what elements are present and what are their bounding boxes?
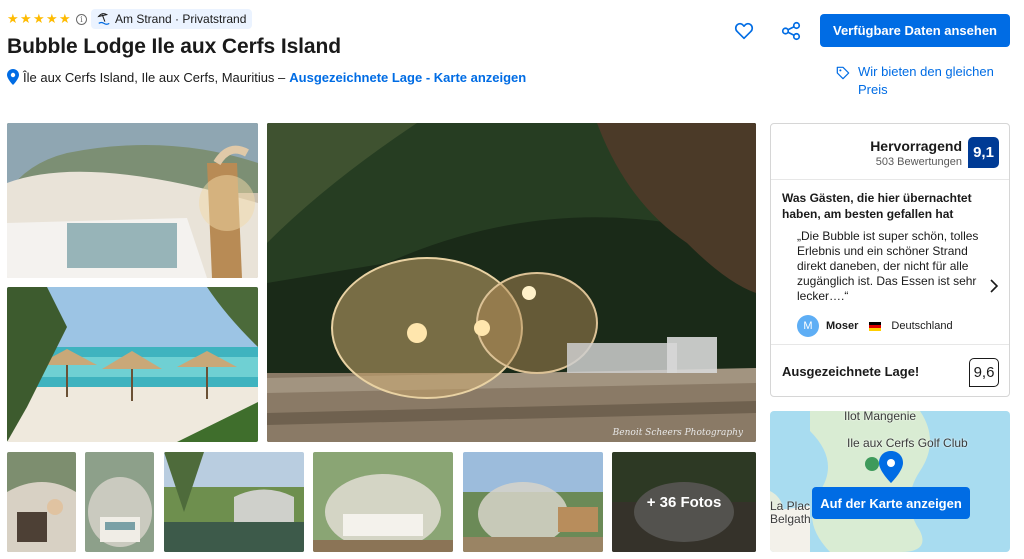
photo-bubble-bedroom[interactable]: [7, 123, 258, 278]
location-pin-icon: [7, 69, 19, 85]
star-icon: ★: [20, 11, 32, 26]
star-icon: ★: [59, 11, 71, 26]
location-score-row[interactable]: Ausgezeichnete Lage! 9,6: [771, 344, 1009, 397]
price-match-link[interactable]: Wir bieten den gleichen Preis: [836, 63, 1016, 99]
price-match-label: Wir bieten den gleichen Preis: [858, 64, 994, 97]
review-quote: „Die Bubble ist super schön, tolles Erle…: [797, 229, 979, 303]
thumbnail-photo[interactable]: [7, 452, 76, 552]
map-preview[interactable]: Ilot Mangenie Ile aux Cerfs Golf Club La…: [770, 411, 1010, 552]
review-count: 503 Bewertungen: [875, 156, 962, 168]
show-on-map-button[interactable]: Auf der Karte anzeigen: [812, 487, 970, 519]
photo-watermark: Benoit Scheers Photography: [612, 428, 744, 438]
map-label-left2: Belgath: [770, 512, 811, 526]
beach-badge-label: Am Strand · Privatstrand: [115, 12, 247, 26]
share-icon[interactable]: [780, 20, 802, 42]
star-icon: ★: [46, 11, 58, 26]
show-map-link[interactable]: Ausgezeichnete Lage - Karte anzeigen: [289, 70, 526, 85]
star-icon: ★: [33, 11, 45, 26]
hotel-title: Bubble Lodge Ile aux Cerfs Island: [7, 35, 341, 58]
review-score-header[interactable]: Hervorragend 503 Bewertungen 9,1: [771, 124, 1009, 180]
thumbnail-photo[interactable]: [463, 452, 603, 552]
more-photos-thumbnail[interactable]: + 36 Fotos: [612, 452, 756, 552]
view-availability-button[interactable]: Verfügbare Daten ansehen: [820, 14, 1010, 47]
location-score: 9,6: [969, 358, 999, 387]
location-label: Ausgezeichnete Lage!: [782, 364, 920, 379]
reviewer-country: Deutschland: [891, 320, 953, 332]
more-photos-label[interactable]: + 36 Fotos: [612, 452, 756, 552]
map-label-top: Ilot Mangenie: [844, 411, 917, 423]
star-icon: ★: [7, 11, 19, 26]
beach-badge: Am Strand · Privatstrand: [91, 9, 253, 29]
photo-beach-umbrellas[interactable]: [7, 287, 258, 442]
reviewer-name: Moser: [826, 320, 859, 332]
beach-icon: [97, 13, 110, 25]
avatar: M: [797, 315, 819, 337]
address-row: Île aux Cerfs Island, Ile aux Cerfs, Mau…: [7, 69, 526, 85]
score-badge: 9,1: [968, 137, 999, 168]
germany-flag-icon: [869, 321, 882, 331]
photo-main-bubble-night[interactable]: Benoit Scheers Photography: [267, 123, 756, 442]
heart-icon[interactable]: [733, 20, 755, 42]
reviewer: M Moser Deutschland: [797, 315, 953, 337]
guest-liked-heading: Was Gästen, die hier übernachtet haben, …: [782, 191, 972, 221]
address-text: Île aux Cerfs Island, Ile aux Cerfs, Mau…: [23, 69, 286, 85]
rating-word: Hervorragend: [870, 138, 962, 154]
thumbnail-photo[interactable]: [85, 452, 154, 552]
star-rating: ★ ★ ★ ★ ★ i: [7, 11, 87, 26]
map-label-left1: La Plac: [770, 499, 811, 513]
review-summary-card: Hervorragend 503 Bewertungen 9,1 Was Gäs…: [770, 123, 1010, 397]
info-icon[interactable]: i: [76, 13, 87, 25]
thumbnail-photo[interactable]: [164, 452, 304, 552]
map-label-golf: Ile aux Cerfs Golf Club: [847, 436, 968, 450]
tag-icon: [836, 66, 850, 80]
thumbnail-photo[interactable]: [313, 452, 453, 552]
chevron-right-icon[interactable]: [989, 279, 999, 293]
